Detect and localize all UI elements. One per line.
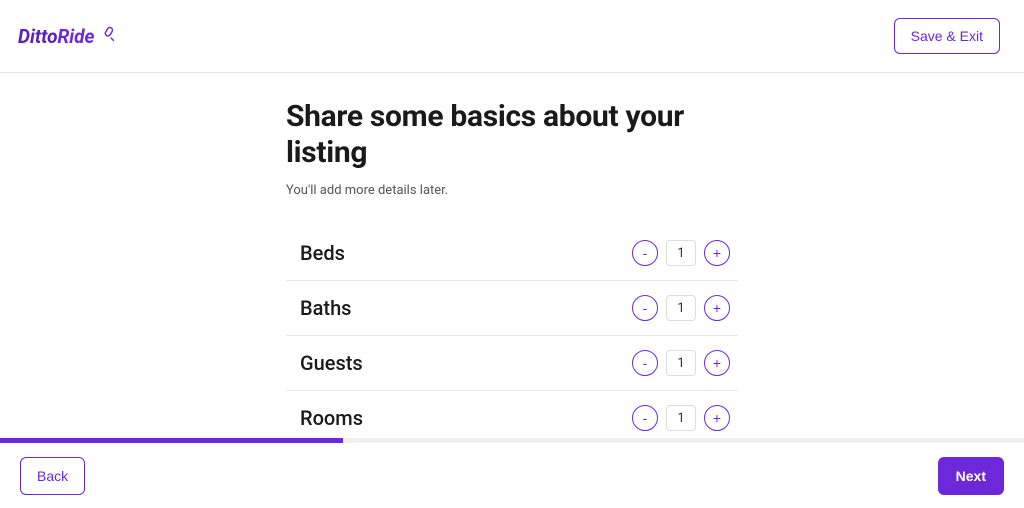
stepper-row-guests: Guests - 1 + [286,336,738,391]
decrement-button[interactable]: - [632,405,658,431]
back-button[interactable]: Back [20,457,85,495]
stepper-controls: - 1 + [632,350,730,376]
stepper-value[interactable]: 1 [666,350,696,376]
stepper-label: Baths [300,296,351,320]
stepper-label: Rooms [300,406,363,430]
decrement-button[interactable]: - [632,295,658,321]
footer: Back Next [0,443,1024,508]
stepper-label: Beds [300,241,345,265]
page-subtitle: You'll add more details later. [286,183,738,198]
stepper-row-beds: Beds - 1 + [286,226,738,281]
stepper-controls: - 1 + [632,405,730,431]
save-exit-button[interactable]: Save & Exit [894,18,1000,54]
microphone-icon [101,25,119,47]
increment-button[interactable]: + [704,295,730,321]
brand-logo[interactable]: DittoRide [18,25,119,48]
stepper-row-baths: Baths - 1 + [286,281,738,336]
header: DittoRide Save & Exit [0,0,1024,73]
increment-button[interactable]: + [704,350,730,376]
stepper-value[interactable]: 1 [666,240,696,266]
stepper-controls: - 1 + [632,240,730,266]
decrement-button[interactable]: - [632,350,658,376]
page-title: Share some basics about your listing [286,99,738,171]
brand-name: DittoRide [18,25,95,48]
increment-button[interactable]: + [704,240,730,266]
decrement-button[interactable]: - [632,240,658,266]
stepper-row-rooms: Rooms - 1 + [286,391,738,445]
stepper-value[interactable]: 1 [666,295,696,321]
stepper-controls: - 1 + [632,295,730,321]
stepper-label: Guests [300,351,363,375]
main-content: Share some basics about your listing You… [0,73,1024,445]
increment-button[interactable]: + [704,405,730,431]
next-button[interactable]: Next [938,457,1004,495]
stepper-value[interactable]: 1 [666,405,696,431]
